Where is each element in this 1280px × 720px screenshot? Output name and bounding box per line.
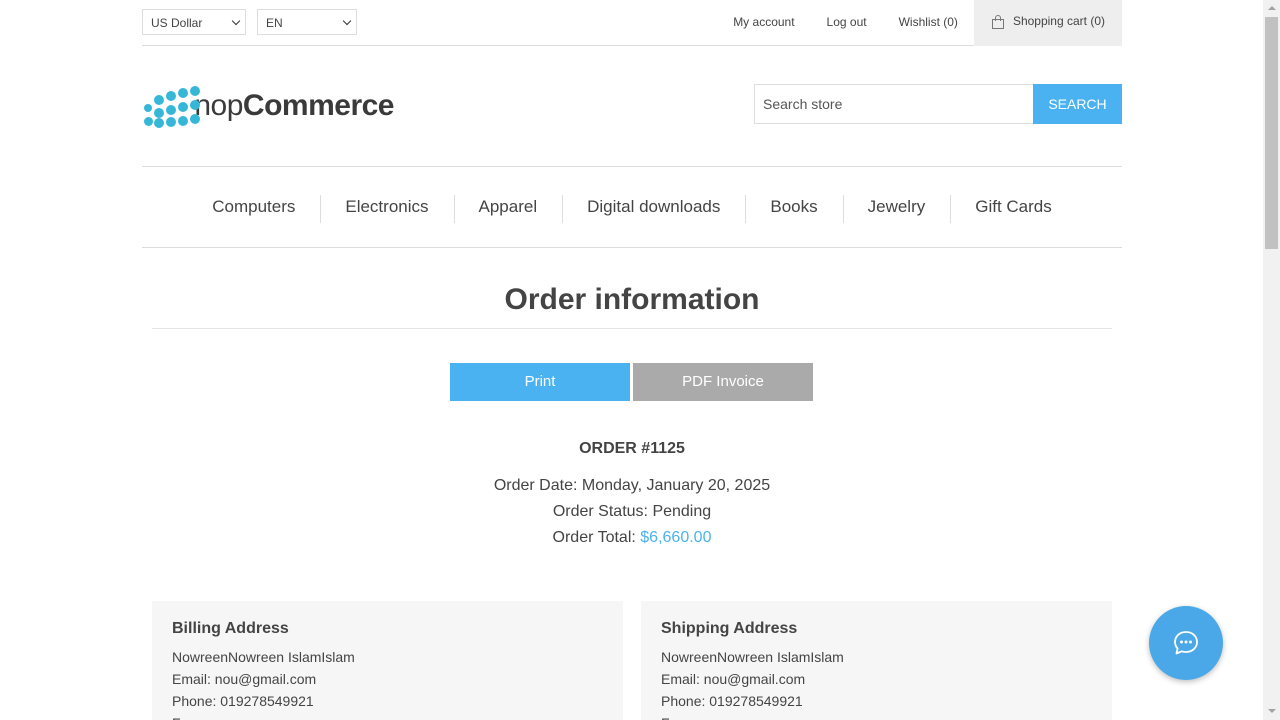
order-date: Order Date: Monday, January 20, 2025 bbox=[152, 477, 1112, 495]
scrollbar-thumb[interactable] bbox=[1265, 17, 1278, 249]
shopping-bag-icon bbox=[991, 14, 1005, 30]
header-upper: US Dollar EN My account Log out Wishlist… bbox=[142, 0, 1122, 46]
shopping-cart-label: Shopping cart (0) bbox=[1012, 14, 1105, 28]
shipping-address-title: Shipping Address bbox=[661, 620, 798, 637]
chat-button[interactable] bbox=[1149, 606, 1223, 680]
billing-address-box: Billing Address NowreenNowreen IslamIsla… bbox=[152, 601, 623, 720]
pdf-invoice-button[interactable]: PDF Invoice bbox=[633, 363, 813, 401]
print-button[interactable]: Print bbox=[450, 363, 630, 401]
order-total-label: Order Total: bbox=[552, 529, 636, 546]
language-value: EN bbox=[266, 16, 283, 30]
shipping-email: Email: nou@gmail.com bbox=[661, 671, 806, 687]
scroll-down-arrow-icon[interactable] bbox=[1263, 703, 1280, 720]
language-selector[interactable]: EN bbox=[257, 9, 357, 35]
logo-text: nopCommerce bbox=[194, 89, 394, 123]
order-total-value: $6,660.00 bbox=[640, 529, 712, 546]
wishlist-link[interactable]: Wishlist (0) bbox=[883, 0, 974, 46]
shipping-fax: Fax: bbox=[661, 712, 1092, 720]
scroll-up-arrow-icon[interactable] bbox=[1263, 0, 1280, 17]
order-date-value: Monday, January 20, 2025 bbox=[581, 477, 771, 494]
menu-item-digital-downloads[interactable]: Digital downloads bbox=[562, 195, 745, 223]
chevron-down-icon bbox=[342, 16, 352, 26]
order-status-label: Order Status: bbox=[552, 503, 648, 520]
search-button[interactable]: Search bbox=[1033, 84, 1122, 124]
menu-item-gift-cards[interactable]: Gift Cards bbox=[950, 195, 1077, 223]
page-title: Order information bbox=[504, 283, 760, 316]
menu-item-jewelry[interactable]: Jewelry bbox=[842, 195, 951, 223]
store-logo[interactable]: nopCommerce bbox=[144, 84, 395, 128]
shipping-address-box: Shipping Address NowreenNowreen IslamIsl… bbox=[641, 601, 1112, 720]
logo-suffix: Commerce bbox=[242, 89, 395, 122]
top-menu: Computers Electronics Apparel Digital do… bbox=[142, 166, 1122, 248]
currency-selector[interactable]: US Dollar bbox=[142, 9, 246, 35]
menu-item-apparel[interactable]: Apparel bbox=[453, 195, 563, 223]
menu-item-computers[interactable]: Computers bbox=[187, 197, 320, 217]
order-status: Order Status: Pending bbox=[152, 503, 1112, 521]
billing-address-title: Billing Address bbox=[172, 620, 289, 637]
my-account-link[interactable]: My account bbox=[717, 0, 810, 46]
page-scrollbar[interactable] bbox=[1263, 0, 1280, 720]
log-out-link[interactable]: Log out bbox=[811, 0, 883, 46]
menu-item-books[interactable]: Books bbox=[745, 195, 842, 223]
header-links: My account Log out Wishlist (0) Shopping… bbox=[717, 0, 1122, 46]
logo-prefix: nop bbox=[194, 89, 243, 122]
order-date-label: Order Date: bbox=[493, 477, 578, 494]
currency-value: US Dollar bbox=[151, 16, 203, 30]
title-divider bbox=[152, 328, 1112, 329]
chevron-down-icon bbox=[231, 16, 241, 26]
billing-email: Email: nou@gmail.com bbox=[172, 671, 317, 687]
logo-dots-icon bbox=[144, 84, 200, 128]
chat-bubble-icon bbox=[1174, 631, 1198, 655]
billing-phone: Phone: 019278549921 bbox=[172, 693, 314, 709]
billing-fax: Fax: bbox=[172, 712, 603, 720]
order-number: Order #1125 bbox=[579, 440, 685, 457]
shopping-cart-link[interactable]: Shopping cart (0) bbox=[973, 0, 1122, 46]
menu-item-electronics[interactable]: Electronics bbox=[320, 195, 453, 223]
search-input[interactable]: Search store bbox=[754, 84, 1034, 124]
shipping-name: NowreenNowreen IslamIslam bbox=[661, 649, 844, 665]
shipping-phone: Phone: 019278549921 bbox=[661, 693, 803, 709]
billing-name: NowreenNowreen IslamIslam bbox=[172, 649, 355, 665]
order-status-value: Pending bbox=[652, 503, 712, 520]
order-total: Order Total: $6,660.00 bbox=[152, 529, 1112, 547]
